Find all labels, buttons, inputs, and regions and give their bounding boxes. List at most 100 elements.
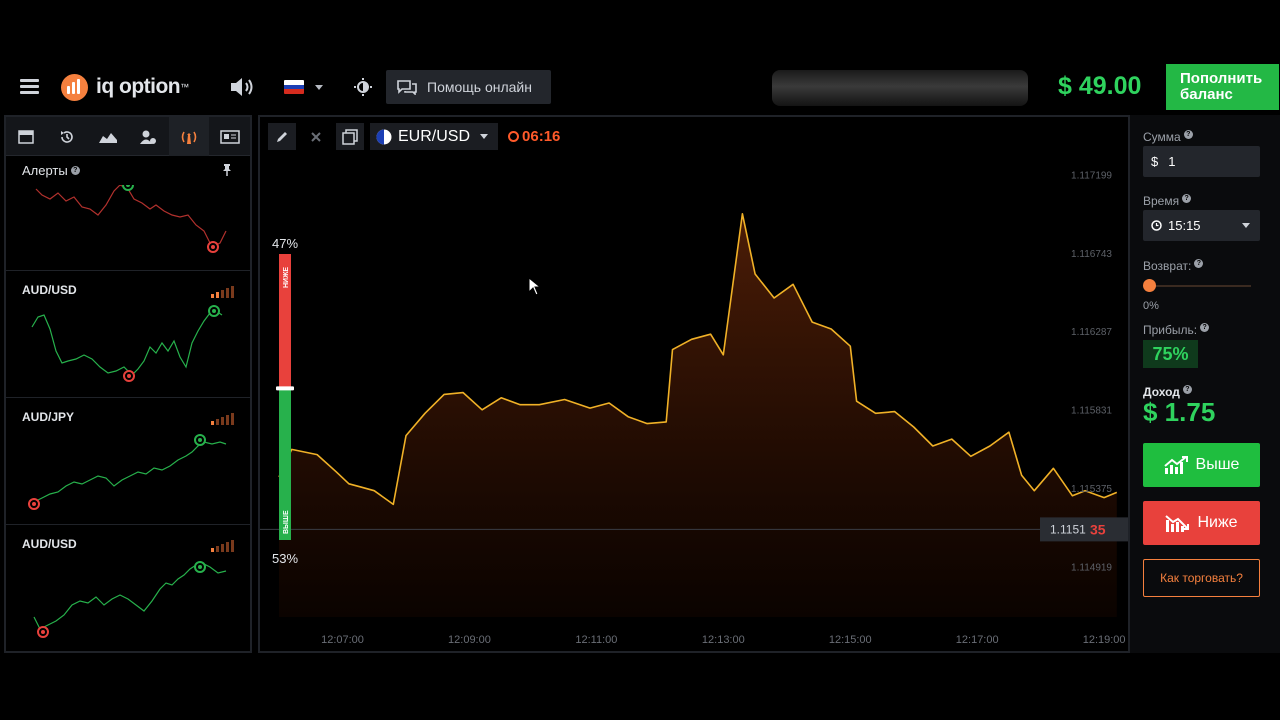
profit-label-row: Прибыль:? (1143, 323, 1210, 337)
y-tick-label: 1.116287 (1071, 327, 1112, 338)
logo-text: iq option (96, 75, 181, 98)
asset-selector[interactable]: EUR/USD (370, 123, 499, 150)
alert-pair: AUD/USD (22, 537, 77, 551)
alert-card[interactable] (6, 179, 250, 271)
chart-toolbar: EUR/USD 06:16 (268, 123, 560, 150)
trend-up-icon (1163, 456, 1188, 474)
chevron-down-icon (480, 134, 489, 139)
y-tick-label: 1.115831 (1071, 406, 1112, 417)
news-icon[interactable] (209, 117, 250, 156)
balance-value[interactable]: $ 49.00 (1058, 72, 1141, 101)
amount-currency: $ (1151, 154, 1159, 169)
deposit-button[interactable]: Пополнить баланс (1166, 64, 1279, 110)
put-down-button[interactable]: Ниже (1143, 501, 1260, 545)
how-to-trade-button[interactable]: Как торговать? (1143, 559, 1260, 597)
amount-input[interactable]: $ 1 (1143, 146, 1260, 177)
chart-area[interactable]: 1.117199 1.116743 1.116287 1.115831 1.115375… (258, 115, 1130, 653)
time-value: 15:15 (1168, 218, 1201, 233)
return-slider-track[interactable] (1143, 285, 1251, 287)
mouse-cursor-icon (528, 277, 542, 296)
clock-icon (1151, 220, 1162, 231)
signal-strength-icon (211, 413, 234, 425)
account-bar[interactable] (772, 70, 1028, 106)
alert-card[interactable]: AUD/USD (6, 271, 250, 398)
return-value: 0% (1143, 300, 1159, 312)
y-tick-label: 1.116743 (1071, 249, 1112, 260)
trend-down-icon (1165, 515, 1190, 532)
help-icon[interactable]: ? (1200, 323, 1210, 332)
x-tick-label: 12:15:00 (829, 634, 872, 646)
return-label-row: Возврат:? (1143, 259, 1204, 273)
help-icon[interactable]: ? (1194, 259, 1204, 268)
signal-strength-icon (211, 286, 234, 298)
call-up-button[interactable]: Выше (1143, 443, 1260, 487)
flag-ru-icon[interactable] (284, 80, 304, 94)
asset-label: EUR/USD (398, 127, 471, 145)
chat-icon (397, 80, 417, 95)
income-value: $ 1.75 (1143, 397, 1216, 427)
time-label-row: Время? (1143, 194, 1192, 208)
put-down-label: Ниже (1197, 514, 1238, 531)
x-tick-label: 12:19:00 (1083, 634, 1126, 646)
help-icon[interactable]: ? (1183, 130, 1193, 139)
pct-down: 47% (272, 236, 299, 251)
price-chart[interactable]: 1.117199 1.116743 1.116287 1.115831 1.115375… (260, 117, 1128, 651)
signal-strength-icon (211, 540, 234, 552)
logo[interactable]: iq option ™ (61, 73, 189, 101)
alert-card[interactable]: AUD/JPY (6, 398, 250, 525)
call-up-label: Выше (1195, 456, 1240, 473)
alert-pair: AUD/USD (22, 283, 77, 297)
x-tick-label: 12:07:00 (321, 634, 364, 646)
expiry-timer: 06:16 (508, 128, 560, 145)
alerts-panel: Алерты? AUD/USD AUD/JPY AUD/USD (4, 115, 252, 653)
alert-card[interactable]: AUD/USD (6, 525, 250, 651)
current-price-tail: 35 (1090, 521, 1106, 537)
trade-panel: Сумма? $ 1 Время? 15:15 Возврат:? 0% При… (1130, 115, 1280, 653)
alerts-title-label: Алерты (22, 162, 68, 178)
logo-mark-icon (61, 73, 88, 101)
panel-icon[interactable] (6, 117, 47, 156)
alert-sparkline (35, 179, 227, 253)
brightness-icon[interactable] (354, 78, 372, 96)
alerts-title: Алерты? (6, 156, 250, 184)
help-icon[interactable]: ? (1182, 385, 1192, 394)
history-icon[interactable] (47, 117, 88, 156)
logo-tm: ™ (180, 82, 190, 92)
stopwatch-icon (508, 131, 520, 142)
y-tick-label: 1.115375 (1071, 484, 1112, 495)
sentiment-up-label: ВЫШЕ (283, 510, 290, 534)
eu-flag-icon (376, 129, 392, 144)
speaker-icon[interactable] (229, 76, 257, 98)
chevron-down-icon (1242, 223, 1250, 228)
return-slider-handle[interactable] (1143, 279, 1156, 292)
menu-icon[interactable] (20, 79, 39, 94)
pct-up: 53% (272, 551, 299, 566)
alert-pair: AUD/JPY (22, 410, 75, 424)
profit-value: 75% (1143, 340, 1198, 368)
help-icon[interactable]: ? (1182, 194, 1192, 203)
return-label: Возврат: (1143, 259, 1192, 273)
chevron-down-icon[interactable] (315, 85, 323, 90)
x-tick-label: 12:13:00 (702, 634, 745, 646)
pin-icon[interactable] (222, 164, 232, 176)
close-icon[interactable] (302, 123, 330, 150)
pencil-icon[interactable] (268, 123, 296, 150)
sentiment-down-label: НИЖЕ (283, 267, 290, 288)
price-area (279, 213, 1117, 618)
copy-icon[interactable] (336, 123, 364, 150)
x-tick-label: 12:11:00 (575, 634, 617, 646)
amount-value: 1 (1168, 154, 1176, 169)
amount-label: Сумма (1143, 130, 1181, 144)
help-online-button[interactable]: Помощь онлайн (386, 70, 551, 104)
time-select[interactable]: 15:15 (1143, 210, 1260, 241)
profit-label: Прибыль: (1143, 323, 1198, 337)
help-online-label: Помощь онлайн (427, 79, 532, 95)
amount-label-row: Сумма? (1143, 130, 1193, 144)
timer-value: 06:16 (522, 128, 561, 145)
time-label: Время (1143, 194, 1180, 208)
x-tick-label: 12:17:00 (956, 634, 999, 646)
signal-icon[interactable] (168, 117, 210, 156)
help-icon[interactable]: ? (70, 165, 80, 175)
users-icon[interactable] (128, 117, 169, 156)
chart-icon[interactable] (87, 117, 128, 156)
